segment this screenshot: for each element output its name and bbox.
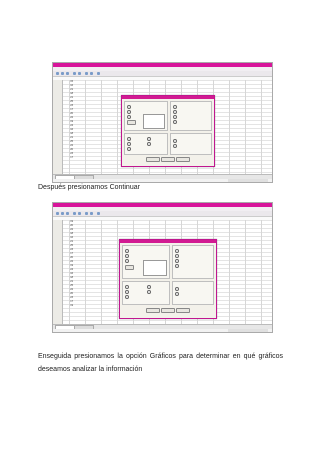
sum-checkbox[interactable] — [173, 120, 177, 124]
percentiles-checkbox[interactable] — [125, 259, 129, 263]
help-button[interactable] — [176, 308, 190, 313]
quartiles-checkbox[interactable] — [127, 105, 131, 109]
redo-icon — [78, 212, 81, 215]
distribution-group — [170, 133, 212, 155]
quartiles-checkbox[interactable] — [125, 249, 129, 253]
spss-screenshot-2: 19 20 22 18 16 21 25 23 17 20 22 19 24 16 18 21 25 22 20 23… — [52, 202, 273, 333]
std-deviation-checkbox[interactable] — [125, 285, 129, 289]
skewness-checkbox[interactable] — [175, 287, 179, 291]
cut-points-checkbox[interactable] — [127, 110, 131, 114]
dispersion-group — [122, 281, 170, 305]
percentiles-checkbox[interactable] — [127, 115, 131, 119]
minimum-checkbox[interactable] — [147, 137, 151, 141]
data-column: 15 16 21 18 21 25 23 17 20 22 19 24 16 18 21 25 22 20 23 17 — [62, 80, 74, 175]
redo-icon — [78, 72, 81, 75]
save-icon — [61, 72, 64, 75]
skewness-checkbox[interactable] — [173, 139, 177, 143]
maximum-checkbox[interactable] — [147, 142, 151, 146]
central-tendency-group — [172, 245, 214, 279]
kurtosis-checkbox[interactable] — [175, 292, 179, 296]
variables-icon — [90, 212, 93, 215]
sum-checkbox[interactable] — [175, 264, 179, 268]
maximum-checkbox[interactable] — [147, 290, 151, 294]
variance-checkbox[interactable] — [125, 290, 129, 294]
cancel-button[interactable] — [161, 308, 175, 313]
cancel-button[interactable] — [161, 157, 175, 162]
mode-checkbox[interactable] — [173, 115, 177, 119]
open-icon — [56, 72, 59, 75]
median-checkbox[interactable] — [173, 110, 177, 114]
std-deviation-checkbox[interactable] — [127, 137, 131, 141]
mean-checkbox[interactable] — [173, 105, 177, 109]
percentile-values-group — [122, 245, 170, 279]
undo-icon — [73, 72, 76, 75]
continue-button[interactable] — [146, 308, 160, 313]
find-icon — [97, 212, 100, 215]
percentile-values-group — [124, 101, 168, 131]
dispersion-group — [124, 133, 168, 155]
add-button[interactable] — [125, 265, 134, 270]
dialog-titlebar — [122, 96, 214, 99]
variables-icon — [90, 72, 93, 75]
percentiles-list — [143, 260, 167, 276]
goto-icon — [85, 212, 88, 215]
distribution-group — [172, 281, 214, 305]
print-icon — [66, 72, 69, 75]
find-icon — [97, 72, 100, 75]
cut-points-checkbox[interactable] — [125, 254, 129, 258]
mean-checkbox[interactable] — [175, 249, 179, 253]
instruction-paragraph: Enseguida presionamos la opción Gráficos… — [38, 351, 283, 376]
percentiles-list — [143, 114, 165, 129]
data-column: 19 20 22 18 16 21 25 23 17 20 22 19 24 16 18 21 25 22 20 23… — [62, 220, 74, 325]
dialog-titlebar — [120, 240, 216, 243]
range-checkbox[interactable] — [125, 295, 129, 299]
paragraph-line-1: Enseguida presionamos la opción Gráficos… — [38, 353, 283, 360]
range-checkbox[interactable] — [127, 147, 131, 151]
continue-button[interactable] — [146, 157, 160, 162]
processor-status — [228, 329, 268, 332]
caption-after-continue: Después presionamos Continuar — [38, 184, 140, 191]
minimum-checkbox[interactable] — [147, 285, 151, 289]
frequencies-dialog — [119, 239, 217, 319]
median-checkbox[interactable] — [175, 254, 179, 258]
processor-status — [228, 179, 268, 182]
spss-screenshot-1: 15 16 21 18 21 25 23 17 20 22 19 24 16 18 21 25 22 20 23 17 — [52, 62, 273, 183]
mode-checkbox[interactable] — [175, 259, 179, 263]
undo-icon — [73, 212, 76, 215]
open-icon — [56, 212, 59, 215]
data-cell[interactable]: 17 — [62, 156, 74, 160]
paragraph-line-2: deseamos analizar la información — [38, 365, 143, 373]
goto-icon — [85, 72, 88, 75]
save-icon — [61, 212, 64, 215]
status-bar — [53, 329, 272, 332]
print-icon — [66, 212, 69, 215]
add-button[interactable] — [127, 120, 136, 125]
frequencies-dialog — [121, 95, 215, 167]
kurtosis-checkbox[interactable] — [173, 144, 177, 148]
data-cell[interactable]: 19 — [62, 304, 74, 308]
help-button[interactable] — [176, 157, 190, 162]
central-tendency-group — [170, 101, 212, 131]
variance-checkbox[interactable] — [127, 142, 131, 146]
